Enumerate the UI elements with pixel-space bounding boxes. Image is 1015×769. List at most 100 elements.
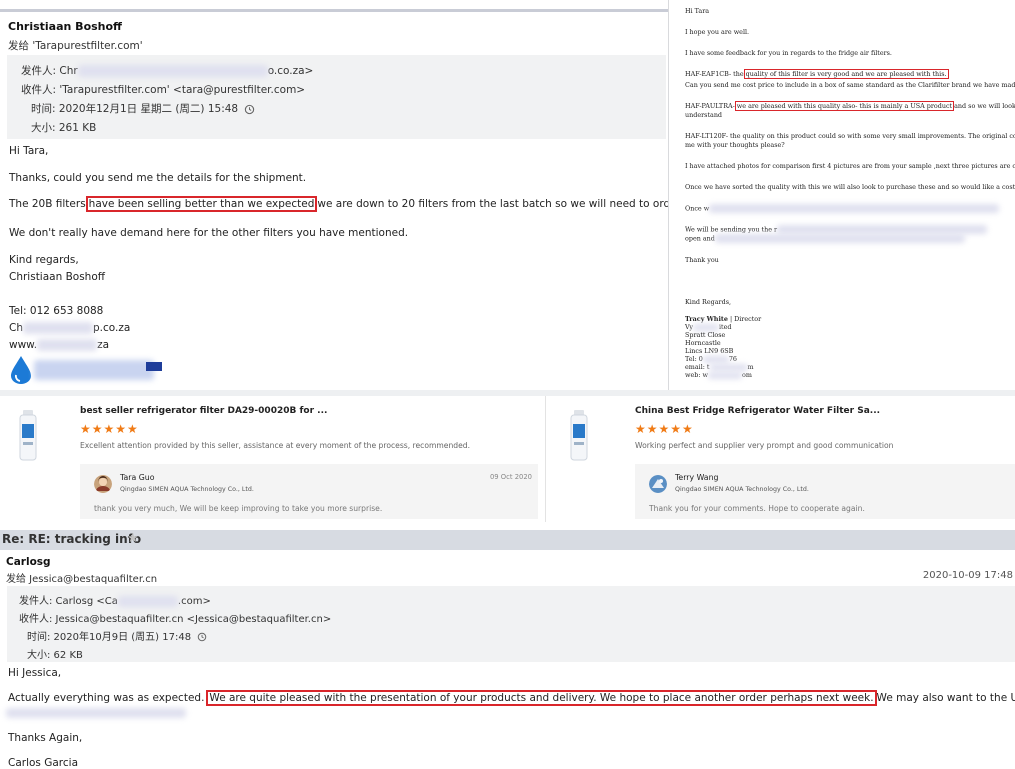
redacted-block bbox=[714, 234, 965, 243]
letter-address: Horncastle bbox=[685, 339, 721, 347]
logo-fragment bbox=[146, 362, 162, 371]
email-panel-christiaan: Christiaan Boshoff 发给 'Tarapurestfilter.… bbox=[0, 0, 745, 390]
email-sender: Carlosg bbox=[6, 556, 51, 568]
email-recipient-summary: 发给 'Tarapurestfilter.com' bbox=[8, 40, 143, 52]
clock-icon[interactable] bbox=[244, 104, 255, 115]
email-date: 2020-10-09 17:48 bbox=[922, 570, 1013, 581]
redacted-block bbox=[709, 363, 748, 371]
letter-line-pre: HAF-EAF1CB- the bbox=[685, 70, 744, 78]
letter-line-pre: We will be sending you the r bbox=[685, 225, 778, 234]
subject-bar bbox=[0, 530, 1015, 550]
signature-closing: Kind regards, bbox=[9, 254, 79, 266]
web-suffix: za bbox=[97, 339, 110, 351]
letter-line: HAF-EAF1CB- the quality of this filter is… bbox=[685, 69, 949, 79]
email-suffix: p.co.za bbox=[93, 322, 131, 334]
web-prefix: web: w bbox=[685, 371, 708, 379]
signature-name: Christiaan Boshoff bbox=[9, 271, 105, 283]
star-icon[interactable]: ★ bbox=[127, 531, 139, 546]
from-suffix: o.co.za> bbox=[267, 65, 314, 77]
letter-line: Can you send me cost price to include in… bbox=[685, 81, 1015, 89]
letter-line: HAF-LT120F- the quality on this product … bbox=[685, 132, 1015, 140]
letter-line-pre: open and bbox=[685, 234, 715, 243]
redacted-block bbox=[702, 355, 729, 363]
reviewer-name: Terry Wang bbox=[675, 473, 719, 482]
letter-greeting: Hi Tara bbox=[685, 7, 710, 15]
letter-line: I hope you are well. bbox=[685, 28, 750, 36]
redacted-block bbox=[708, 371, 742, 379]
email-metadata-box: 发件人: Chr o.co.za> 收件人: 'Tarapurestfilter.… bbox=[7, 55, 666, 139]
to-row: 收件人: 'Tarapurestfilter.com' <tara@purest… bbox=[21, 84, 306, 96]
from-label: 发件人: Chr bbox=[21, 65, 78, 77]
signature-bold-name: Tracy White bbox=[685, 315, 728, 323]
highlighted-feedback: have been selling better than we expecte… bbox=[85, 196, 318, 212]
letter-address: Lincs LN9 6SB bbox=[685, 347, 734, 355]
redacted-block bbox=[709, 204, 1000, 213]
body-line-2: The 20B filters have been selling better … bbox=[9, 196, 745, 212]
tel-suffix: 76 bbox=[728, 355, 737, 363]
water-filter-product-icon[interactable] bbox=[569, 410, 589, 462]
email-subject: Re: RE: tracking info bbox=[2, 532, 142, 546]
time-text: 时间: 2020年10月9日 (周五) 17:48 bbox=[27, 632, 192, 643]
seller-reply-box: Terry Wang Qingdao SIMEN AQUA Technology… bbox=[635, 464, 1015, 519]
letter-email: email: t m bbox=[685, 363, 754, 371]
redacted-block bbox=[6, 708, 186, 718]
letter-line: I have attached photos for comparison fi… bbox=[685, 162, 1015, 170]
line1-post: We may also want to the UKF800 bbox=[876, 692, 1015, 704]
letter-line: I have some feedback for you in regards … bbox=[685, 49, 892, 57]
letter-highlight: we are pleased with this quality also- t… bbox=[734, 101, 955, 111]
redacted-block bbox=[37, 339, 98, 351]
water-filter-product-icon[interactable] bbox=[18, 410, 38, 462]
tel-prefix: Tel: 0 bbox=[685, 355, 703, 363]
redacted-block bbox=[777, 225, 988, 234]
letter-line: understand bbox=[685, 111, 723, 119]
rating-stars-icon: ★★★★★ bbox=[635, 422, 694, 436]
avatar bbox=[649, 475, 667, 493]
review-product-title[interactable]: best seller refrigerator filter DA29-000… bbox=[80, 406, 327, 416]
body-line-3: We don't really have demand here for the… bbox=[9, 227, 409, 239]
letter-signature-name: Tracy White | Director bbox=[685, 315, 761, 323]
review-text: Excellent attention provided by this sel… bbox=[80, 441, 471, 450]
rating-stars-icon: ★★★★★ bbox=[80, 422, 139, 436]
email-sender: Christiaan Boshoff bbox=[8, 20, 122, 33]
web-suffix: om bbox=[742, 371, 752, 379]
from-row: 发件人: Carlosg <Ca .com> bbox=[19, 592, 211, 607]
letter-line: Once w bbox=[685, 204, 1000, 213]
letter-tel: Tel: 0 76 bbox=[685, 355, 737, 363]
letter-line-pre: Once w bbox=[685, 204, 710, 213]
time-row: 时间: 2020年10月9日 (周五) 17:48 bbox=[27, 628, 207, 643]
closing: Thanks Again, bbox=[8, 732, 83, 744]
body-line-1: Actually everything was as expected. We a… bbox=[8, 690, 1015, 706]
web-prefix: www. bbox=[9, 339, 38, 351]
letter-line: open and bbox=[685, 234, 965, 243]
signature-title: | Director bbox=[727, 315, 762, 323]
company-prefix: Vy bbox=[685, 323, 693, 331]
signature-name: Carlos Garcia bbox=[8, 757, 79, 769]
letter-line: me with your thoughts please? bbox=[685, 141, 785, 149]
redacted-block bbox=[23, 322, 93, 334]
review-card: China Best Fridge Refrigerator Water Fil… bbox=[551, 396, 1015, 522]
greeting: Hi Jessica, bbox=[8, 667, 62, 679]
signature-email: Ch p.co.za bbox=[9, 322, 130, 334]
time-text: 时间: 2020年12月1日 星期二 (周二) 15:48 bbox=[31, 103, 239, 115]
letter-line: Once we have sorted the quality with thi… bbox=[685, 183, 1015, 191]
avatar bbox=[94, 475, 112, 493]
water-drop-logo-icon bbox=[11, 356, 31, 384]
letter-line-pre: HAF-PAULTRA- bbox=[685, 102, 735, 110]
redacted-block bbox=[692, 323, 719, 331]
time-row: 时间: 2020年12月1日 星期二 (周二) 15:48 bbox=[31, 101, 255, 116]
reviewer-company: Qingdao SIMEN AQUA Technology Co., Ltd. bbox=[675, 486, 809, 493]
divider bbox=[0, 9, 668, 12]
highlighted-feedback: We are quite pleased with the presentati… bbox=[206, 690, 877, 706]
signature-web: www. za bbox=[9, 339, 109, 351]
from-row: 发件人: Chr o.co.za> bbox=[21, 63, 313, 78]
redacted-logo-text bbox=[34, 360, 154, 380]
clock-icon[interactable] bbox=[197, 632, 207, 642]
review-date: 09 Oct 2020 bbox=[489, 473, 532, 481]
letter-thanks: Thank you bbox=[685, 256, 719, 264]
email-recipient-summary: 发给 Jessica@bestaquafilter.cn bbox=[6, 574, 158, 585]
email-panel-carlos: Re: RE: tracking info ★ Carlosg 发给 Jessi… bbox=[0, 530, 1015, 769]
reply-text: Thank you for your comments. Hope to coo… bbox=[649, 504, 865, 513]
signature-tel: Tel: 012 653 8088 bbox=[9, 305, 104, 317]
review-text: Working perfect and supplier very prompt… bbox=[635, 441, 894, 450]
review-product-title[interactable]: China Best Fridge Refrigerator Water Fil… bbox=[635, 406, 880, 416]
